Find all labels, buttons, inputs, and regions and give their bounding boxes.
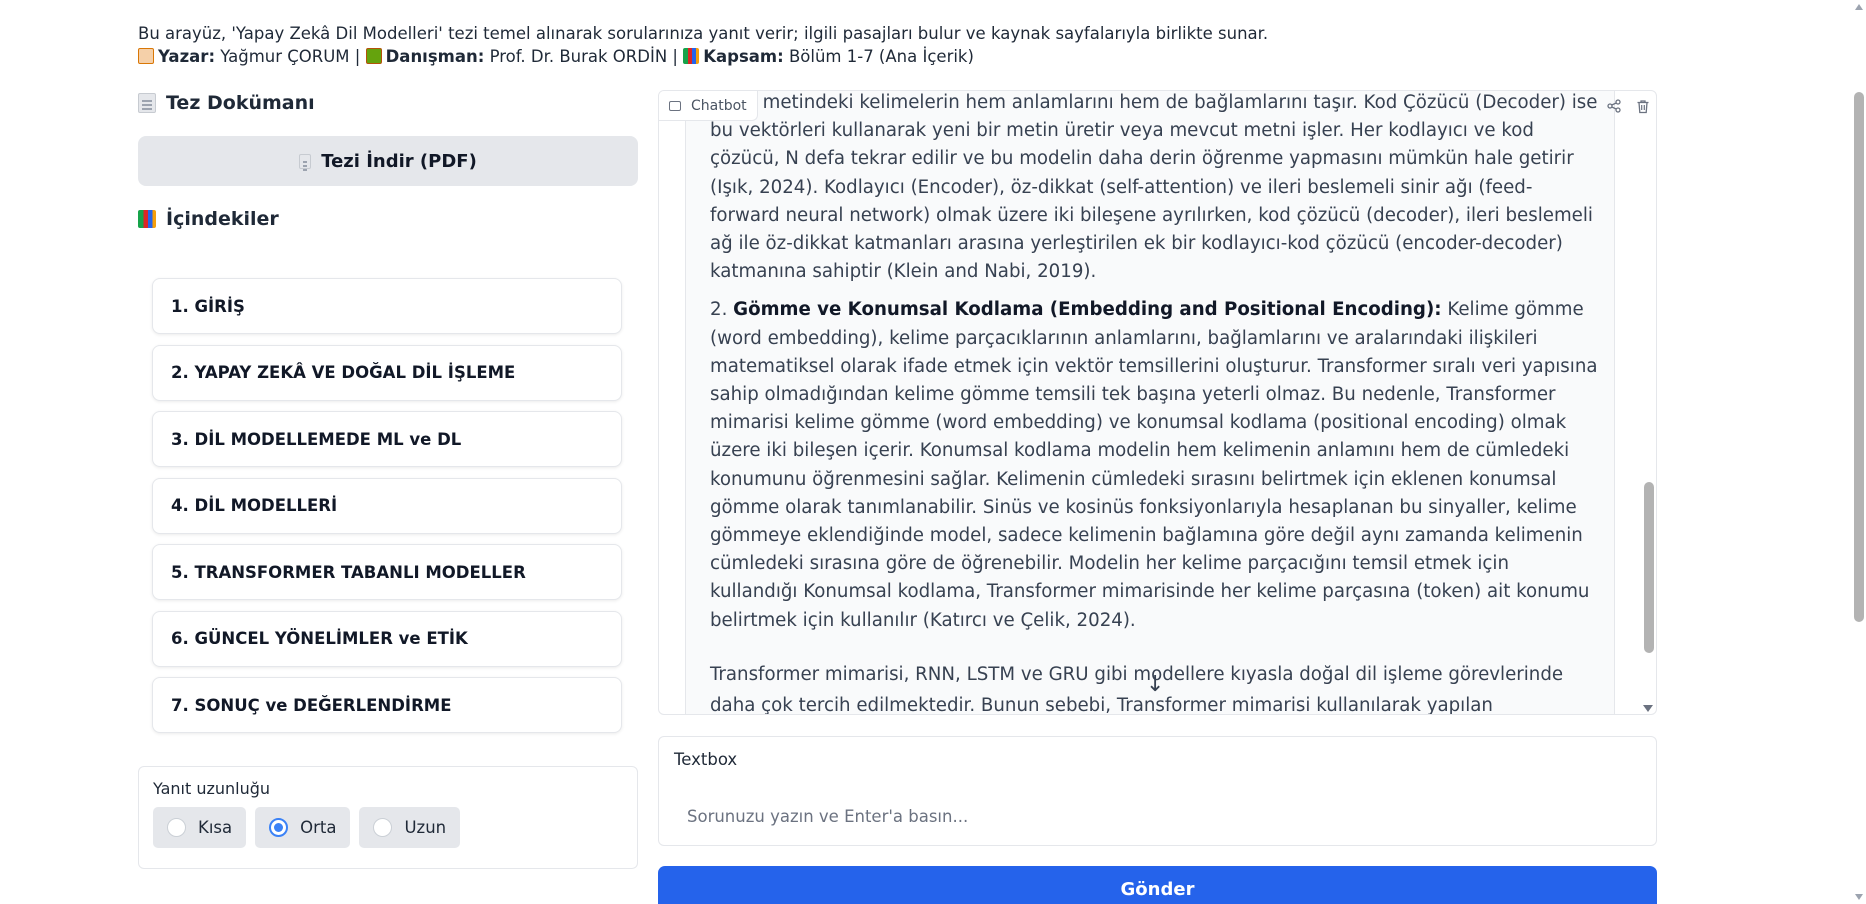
arrow-down-icon[interactable]: ↓ [1146,672,1164,697]
trash-icon[interactable] [1632,95,1654,117]
length-option-label: Uzun [404,818,447,837]
question-input[interactable] [659,787,1656,845]
chat-tools [1599,91,1656,121]
toc-item-1[interactable]: 1. GİRİŞ [152,278,622,334]
toc-item-6[interactable]: 6. GÜNCEL YÖNELİMLER ve ETİK [152,610,622,667]
intro: Bu arayüz, 'Yapay Zekâ Dil Modelleri' te… [138,22,1268,68]
scroll-up-icon[interactable] [1855,4,1863,10]
books-icon [138,210,156,228]
length-option-label: Orta [300,818,337,837]
response-length-label: Yanıt uzunluğu [153,779,271,798]
page-icon [299,153,312,169]
list-number: 2. [710,299,728,321]
radio-icon [373,818,393,837]
separator: | [672,47,678,66]
books-icon [683,48,700,64]
advisor: Prof. Dr. Burak ORDİN [489,47,668,66]
doc-heading-text: Tez Dokümanı [166,92,315,114]
doc-heading: Tez Dokümanı [138,88,638,118]
response-length-box: Yanıt uzunluğu Kısa Orta Uzun [138,766,638,869]
chatbot-label-text: Chatbot [691,97,747,114]
description: Bu arayüz, 'Yapay Zekâ Dil Modelleri' te… [138,24,1269,43]
writing-hand-icon [138,48,154,64]
scope-label: Kapsam: [703,47,784,66]
author-label: Yazar: [158,47,216,66]
length-option-medium[interactable]: Orta [255,807,351,848]
page-scrollbar[interactable] [1852,0,1866,904]
length-option-long[interactable]: Uzun [359,807,461,848]
scroll-down-icon[interactable] [1643,705,1653,712]
toc-item-7[interactable]: 7. SONUÇ ve DEĞERLENDİRME [152,677,622,733]
meta-line: Yazar: Yağmur ÇORUM | Danışman: Prof. Dr… [138,45,1268,68]
download-pdf-label: Tezi İndir (PDF) [321,150,477,172]
bot-message: ...ler, metindeki kelimelerin hem anlaml… [685,91,1615,714]
author: Yağmur ÇORUM [220,47,350,66]
radio-icon [167,818,186,837]
chatbot-label: Chatbot [659,91,758,121]
sidebar: Tez Dokümanı Tezi İndir (PDF) İçindekile… [138,88,638,230]
response-length-options: Kısa Orta Uzun [153,807,623,848]
list-heading: Gömme ve Konumsal Kodlama (Embedding and… [733,299,1442,321]
toc-heading: İçindekiler [138,204,279,234]
scope: Bölüm 1-7 (Ana İçerik) [788,47,974,66]
textbox-label: Textbox [674,750,738,769]
toc-item-4[interactable]: 4. DİL MODELLERİ [152,477,622,534]
list-text: Kelime gömme (word embedding), kelime pa… [710,299,1598,631]
chat-bubble-icon [669,100,681,111]
message-paragraph: ...ler, metindeki kelimelerin hem anlaml… [710,92,1598,283]
advisor-label: Danışman: [385,47,485,66]
chat-scrollbar[interactable] [1642,121,1656,714]
toc-item-3[interactable]: 3. DİL MODELLEMEDE ML ve DL [152,411,622,467]
length-option-short[interactable]: Kısa [153,807,247,848]
scroll-down-icon[interactable] [1855,894,1863,900]
question-textbox: Textbox [658,736,1657,846]
send-button[interactable]: Gönder [658,866,1657,904]
separator: | [354,47,361,66]
toc-item-5[interactable]: 5. TRANSFORMER TABANLI MODELLER [152,544,622,600]
page-scroll-thumb[interactable] [1854,92,1864,622]
message-paragraph-numbered: 2. Gömme ve Konumsal Kodlama (Embedding … [698,296,1602,634]
page-icon [138,93,156,113]
download-pdf-button[interactable]: Tezi İndir (PDF) [138,136,638,186]
radio-selected-icon [269,818,289,837]
chatbot-panel: Chatbot ...ler, metindeki kelimelerin he… [658,90,1657,715]
teacher-icon [365,48,382,64]
toc-item-2[interactable]: 2. YAPAY ZEKÂ VE DOĞAL DİL İŞLEME [152,344,622,401]
toc-heading-text: İçindekiler [166,208,279,230]
length-option-label: Kısa [198,818,233,837]
share-icon[interactable] [1603,95,1625,117]
toc-list: 1. GİRİŞ 2. YAPAY ZEKÂ VE DOĞAL DİL İŞLE… [152,278,622,744]
chat-scroll-thumb[interactable] [1644,482,1654,653]
